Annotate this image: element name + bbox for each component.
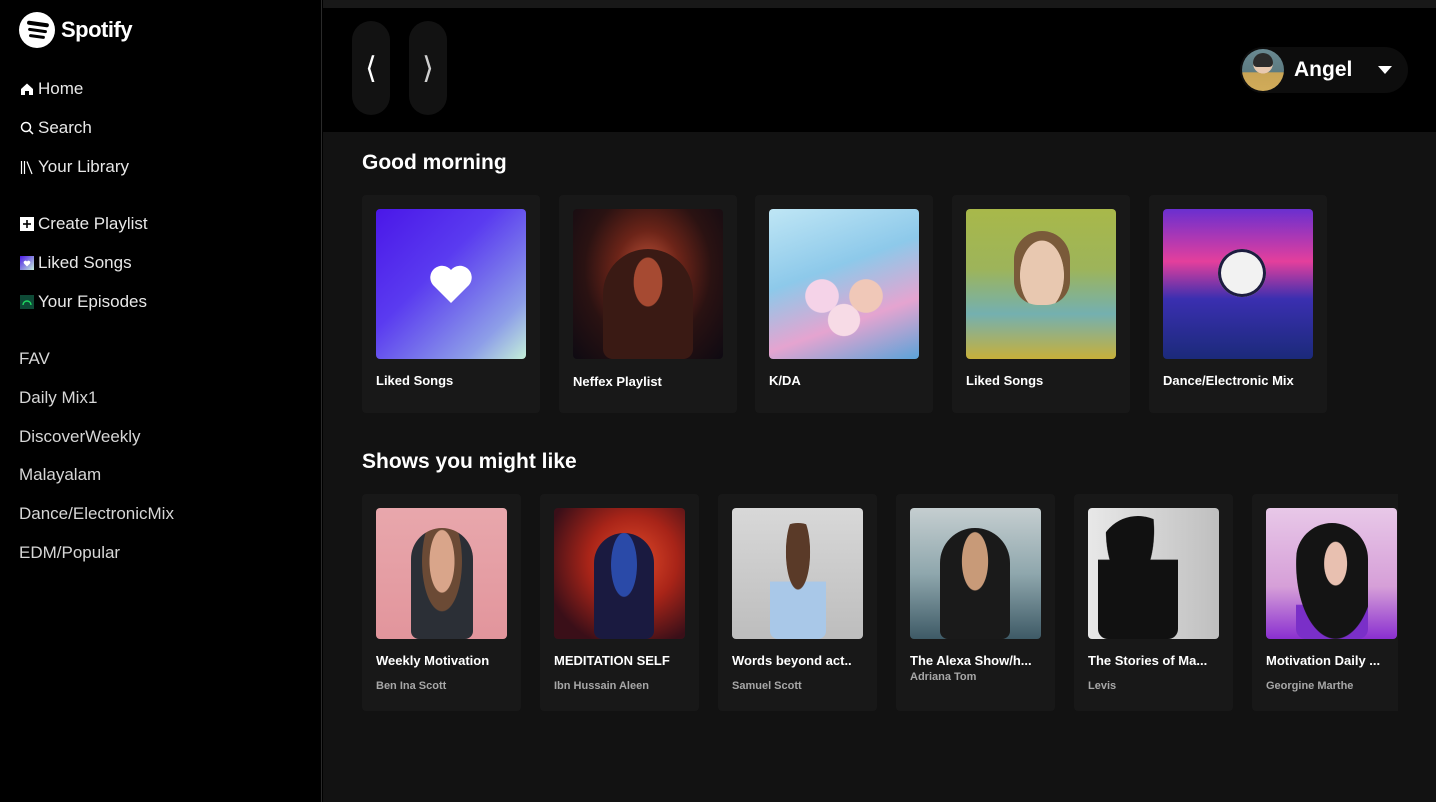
show-cover [554,508,685,639]
playlist-cover [573,209,723,359]
plus-square-icon [19,217,34,232]
card-author: Ben Ina Scott [376,680,447,692]
playlist-cover [376,209,526,359]
search-icon [19,121,34,136]
sidebar-item-library[interactable]: Your Library [19,157,129,177]
sidebar-item-label: Your Library [38,157,130,176]
show-card[interactable]: The Alexa Show/h... Adriana Tom [896,494,1055,711]
playlist-cover [1163,209,1313,359]
playlist-card[interactable]: Dance/Electronic Mix [1149,195,1327,413]
liked-songs-icon [19,256,34,271]
sidebar: Spotify Home Search Your Library Create … [0,0,322,802]
card-title: The Alexa Show/h... [910,653,1032,668]
chevron-left-icon: ⟨ [365,50,377,86]
user-name: Angel [1294,58,1353,81]
home-icon [19,82,34,97]
card-title: The Stories of Ma... [1088,653,1208,668]
sidebar-item-label: Your Episodes [38,292,148,311]
forward-button[interactable]: ⟩ [409,21,447,115]
show-cover [910,508,1041,639]
greeting-title: Good morning [362,151,507,174]
top-bar: ⟨ ⟩ Angel [323,8,1436,132]
card-title: Weekly Motivation [376,653,490,668]
card-title: Liked Songs [966,373,1044,388]
card-title: MEDITATION SELF [554,653,670,668]
sidebar-playlist-item[interactable]: DiscoverWeekly [19,427,141,447]
shows-section-title: Shows you might like [362,450,577,473]
show-cover [732,508,863,639]
card-title: Neffex Playlist [573,374,662,389]
heart-icon [430,265,472,303]
sidebar-item-home[interactable]: Home [19,79,83,99]
card-title: Words beyond act.. [732,653,852,668]
sidebar-playlist-item[interactable]: Malayalam [19,465,101,485]
playlist-cover [769,209,919,359]
spotify-logo-icon [19,12,55,48]
playlist-cover [966,209,1116,359]
playlist-card[interactable]: Liked Songs [362,195,540,413]
show-cover [1266,508,1397,639]
show-cover [1088,508,1219,639]
playlist-card[interactable]: Neffex Playlist [559,195,737,413]
sidebar-item-label: Liked Songs [38,253,132,272]
card-author: Georgine Marthe [1266,680,1354,692]
sidebar-playlist-item[interactable]: FAV [19,349,50,369]
show-card[interactable]: MEDITATION SELF Ibn Hussain Aleen [540,494,699,711]
sidebar-item-create-playlist[interactable]: Create Playlist [19,214,148,234]
sidebar-item-label: Create Playlist [38,214,148,233]
show-card[interactable]: Weekly Motivation Ben Ina Scott [362,494,521,711]
show-card[interactable]: The Stories of Ma... Levis [1074,494,1233,711]
sidebar-item-liked-songs[interactable]: Liked Songs [19,253,132,273]
spotify-logo[interactable]: Spotify [19,12,133,48]
chevron-right-icon: ⟩ [422,50,434,86]
library-icon [19,160,34,175]
show-card[interactable]: Motivation Daily ... Georgine Marthe [1252,494,1398,711]
sidebar-item-label: Search [38,118,92,137]
main-content: ⟨ ⟩ Angel Good morning Liked Songs Neffe… [323,0,1436,802]
user-menu-button[interactable]: Angel [1240,47,1408,93]
card-title: Motivation Daily ... [1266,653,1381,668]
sidebar-item-search[interactable]: Search [19,118,92,138]
playlist-card[interactable]: K/DA [755,195,933,413]
back-button[interactable]: ⟨ [352,21,390,115]
sidebar-playlist-item[interactable]: EDM/Popular [19,543,120,563]
playlist-card[interactable]: Liked Songs [952,195,1130,413]
sidebar-item-label: Home [38,79,84,98]
show-cover [376,508,507,639]
card-title: Dance/Electronic Mix [1163,373,1294,388]
card-title: Liked Songs [376,373,454,388]
card-author: Ibn Hussain Aleen [554,680,649,692]
sidebar-playlist-item[interactable]: Daily Mix1 [19,388,97,408]
card-title: K/DA [769,373,801,388]
sidebar-item-your-episodes[interactable]: Your Episodes [19,292,147,312]
card-author: Samuel Scott [732,680,802,692]
caret-down-icon [1378,66,1392,74]
show-card[interactable]: Words beyond act.. Samuel Scott [718,494,877,711]
card-author: Levis [1088,680,1117,692]
sidebar-playlist-item[interactable]: Dance/ElectronicMix [19,504,174,524]
top-strip [323,0,1436,8]
brand-name: Spotify [61,17,133,42]
episodes-icon [19,295,34,310]
avatar [1242,49,1284,91]
card-author: Adriana Tom [910,671,977,683]
